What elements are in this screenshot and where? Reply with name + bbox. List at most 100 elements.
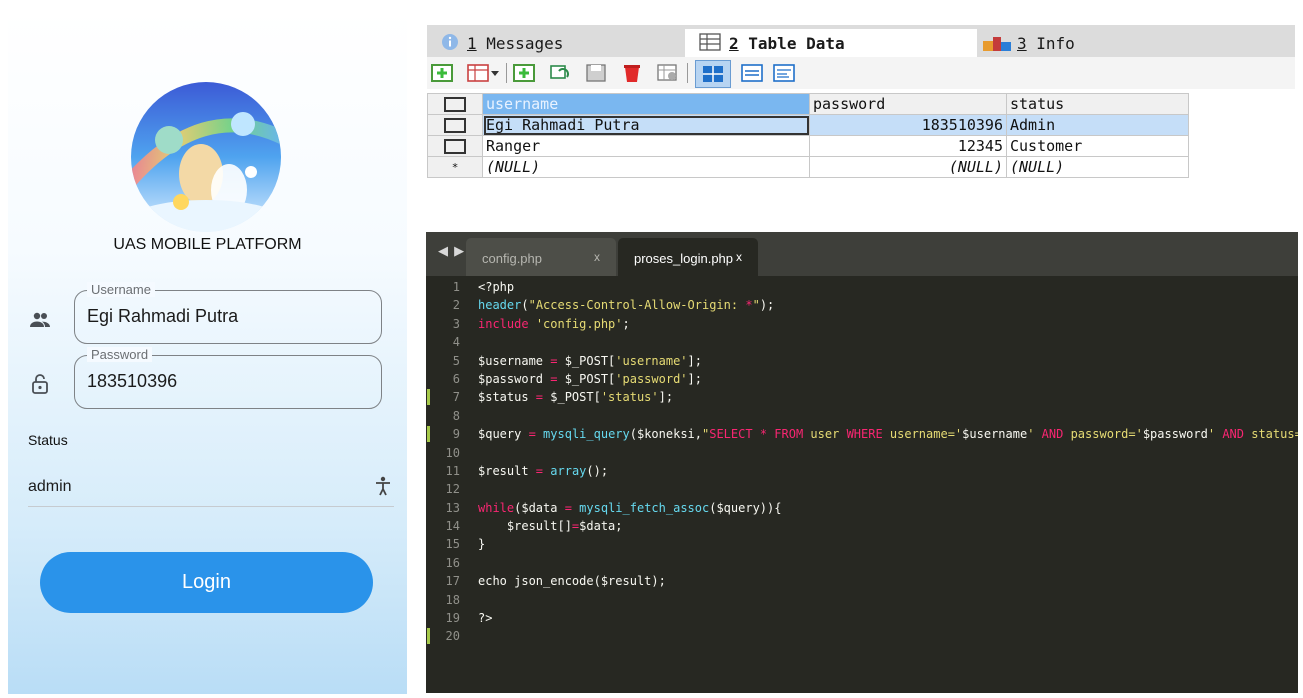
code-line[interactable]: 12	[426, 480, 1298, 498]
info-icon	[442, 34, 458, 50]
code-line[interactable]: 16	[426, 554, 1298, 572]
password-field[interactable]: Password 183510396	[74, 347, 382, 409]
status-label: Status	[28, 432, 68, 448]
editor-tabbar: ◀ ▶ config.php x proses_login.php x	[426, 232, 1298, 276]
tab-proses-login-php[interactable]: proses_login.php x	[618, 238, 758, 276]
select-all-checkbox[interactable]	[427, 93, 483, 115]
tab-config-name: config.php	[482, 251, 542, 266]
toolbar-separator	[687, 63, 688, 83]
row-checkbox[interactable]	[427, 135, 483, 157]
code-text: header("Access-Control-Allow-Origin: *")…	[478, 298, 775, 313]
delete-icon[interactable]	[621, 63, 643, 83]
code-line[interactable]: 2 header("Access-Control-Allow-Origin: *"…	[426, 296, 1298, 314]
code-line[interactable]: 15}	[426, 535, 1298, 553]
refresh-icon[interactable]	[549, 63, 571, 83]
cell-username[interactable]: Ranger	[482, 135, 810, 157]
code-line[interactable]: 5 $username = $_POST['username'];	[426, 352, 1298, 370]
line-number: 1	[452, 280, 460, 294]
line-number: 10	[445, 445, 460, 460]
code-line[interactable]: 6 $password = $_POST['password'];	[426, 370, 1298, 388]
toolbar-separator	[506, 63, 507, 83]
lock-icon	[32, 374, 48, 394]
code-line[interactable]: 1 <?php	[426, 278, 1298, 296]
code-line[interactable]: 10	[426, 444, 1298, 462]
tab-messages-label: Messages	[486, 34, 564, 53]
line-number: 15	[445, 537, 460, 552]
username-field[interactable]: Username Egi Rahmadi Putra	[74, 282, 382, 344]
cell-username[interactable]: (NULL)	[482, 156, 810, 178]
cell-password[interactable]: (NULL)	[809, 156, 1007, 178]
filter-icon[interactable]	[657, 63, 679, 83]
line-number: 16	[445, 555, 460, 570]
cell-password[interactable]: 183510396	[809, 114, 1007, 136]
line-number: 11	[445, 463, 460, 478]
form-view-icon[interactable]	[741, 63, 763, 83]
column-header-password[interactable]: password	[809, 93, 1007, 115]
code-line[interactable]: 18	[426, 591, 1298, 609]
line-number: 3	[452, 316, 460, 331]
tab-table-data[interactable]: 2 Table Data	[685, 29, 977, 57]
code-line[interactable]: 17 echo json_encode($result);	[426, 572, 1298, 590]
copy-row-icon[interactable]	[513, 63, 535, 83]
cell-status[interactable]: Admin	[1006, 114, 1189, 136]
tab-info[interactable]: 3 Info	[983, 29, 1093, 57]
line-number: 5	[452, 353, 460, 368]
code-text: ?>	[478, 611, 493, 626]
modified-line-marker	[427, 389, 430, 406]
code-line[interactable]: 13 while($data = mysqli_fetch_assoc($quer…	[426, 499, 1298, 517]
code-line[interactable]: 4	[426, 333, 1298, 351]
close-icon[interactable]: x	[736, 250, 742, 264]
code-line[interactable]: 14 $result[]=$data;	[426, 517, 1298, 535]
modified-line-marker	[427, 426, 430, 443]
code-text: $username = $_POST['username'];	[478, 353, 702, 368]
code-text: $status = $_POST['status'];	[478, 390, 674, 405]
row-checkbox[interactable]	[427, 114, 483, 136]
tab-proses-name: proses_login.php	[634, 251, 734, 266]
modified-line-marker	[427, 628, 430, 645]
password-label: Password	[87, 347, 153, 362]
grid-dropdown-icon[interactable]	[467, 63, 499, 83]
code-line[interactable]: 8	[426, 407, 1298, 425]
text-view-icon[interactable]	[773, 63, 795, 83]
table-row[interactable]: Egi Rahmadi Putra 183510396 Admin	[427, 114, 1189, 136]
status-dropdown[interactable]: admin	[28, 476, 394, 507]
code-line[interactable]: 7 $status = $_POST['status'];	[426, 388, 1298, 406]
code-line[interactable]: 20	[426, 627, 1298, 645]
line-number: 17	[445, 574, 460, 589]
accessibility-icon	[376, 476, 390, 496]
code-line[interactable]: 3 include 'config.php';	[426, 315, 1298, 333]
tab-messages[interactable]: 1 Messages	[437, 29, 677, 57]
add-row-icon[interactable]	[431, 63, 453, 83]
code-line[interactable]: 19 ?>	[426, 609, 1298, 627]
line-number: 14	[445, 519, 460, 534]
save-icon[interactable]	[585, 63, 607, 83]
code-line[interactable]: 11 $result = array();	[426, 462, 1298, 480]
avatar	[131, 82, 281, 232]
new-row-marker: *	[427, 156, 483, 178]
result-toolbar	[427, 57, 1295, 89]
line-number: 18	[445, 592, 460, 607]
close-icon[interactable]: x	[594, 250, 600, 264]
tab-navigation-arrows[interactable]: ◀ ▶	[438, 244, 465, 259]
grid-view-button[interactable]	[695, 60, 731, 88]
grid-header-row: username password status	[427, 93, 1189, 115]
new-row[interactable]: * (NULL) (NULL) (NULL)	[427, 156, 1189, 178]
code-line[interactable]: 9 $query = mysqli_query($koneksi,"SELECT …	[426, 425, 1298, 443]
code-area[interactable]: 1 <?php 2 header("Access-Control-Allow-Orig…	[426, 278, 1298, 646]
code-text: }	[478, 537, 486, 552]
tab-info-number: 3	[1017, 34, 1027, 53]
cell-password[interactable]: 12345	[809, 135, 1007, 157]
column-header-status[interactable]: status	[1006, 93, 1189, 115]
tab-table-number: 2	[729, 34, 739, 53]
username-value: Egi Rahmadi Putra	[87, 306, 239, 326]
cell-status[interactable]: (NULL)	[1006, 156, 1189, 178]
login-button[interactable]: Login	[40, 552, 373, 613]
table-row[interactable]: Ranger 12345 Customer	[427, 135, 1189, 157]
cell-status[interactable]: Customer	[1006, 135, 1189, 157]
cell-username[interactable]: Egi Rahmadi Putra	[482, 114, 810, 136]
line-number: 12	[445, 482, 460, 497]
column-header-username[interactable]: username	[482, 93, 810, 115]
code-text: <?php	[478, 280, 515, 294]
tab-config-php[interactable]: config.php x	[466, 238, 616, 276]
line-number: 20	[445, 629, 460, 644]
